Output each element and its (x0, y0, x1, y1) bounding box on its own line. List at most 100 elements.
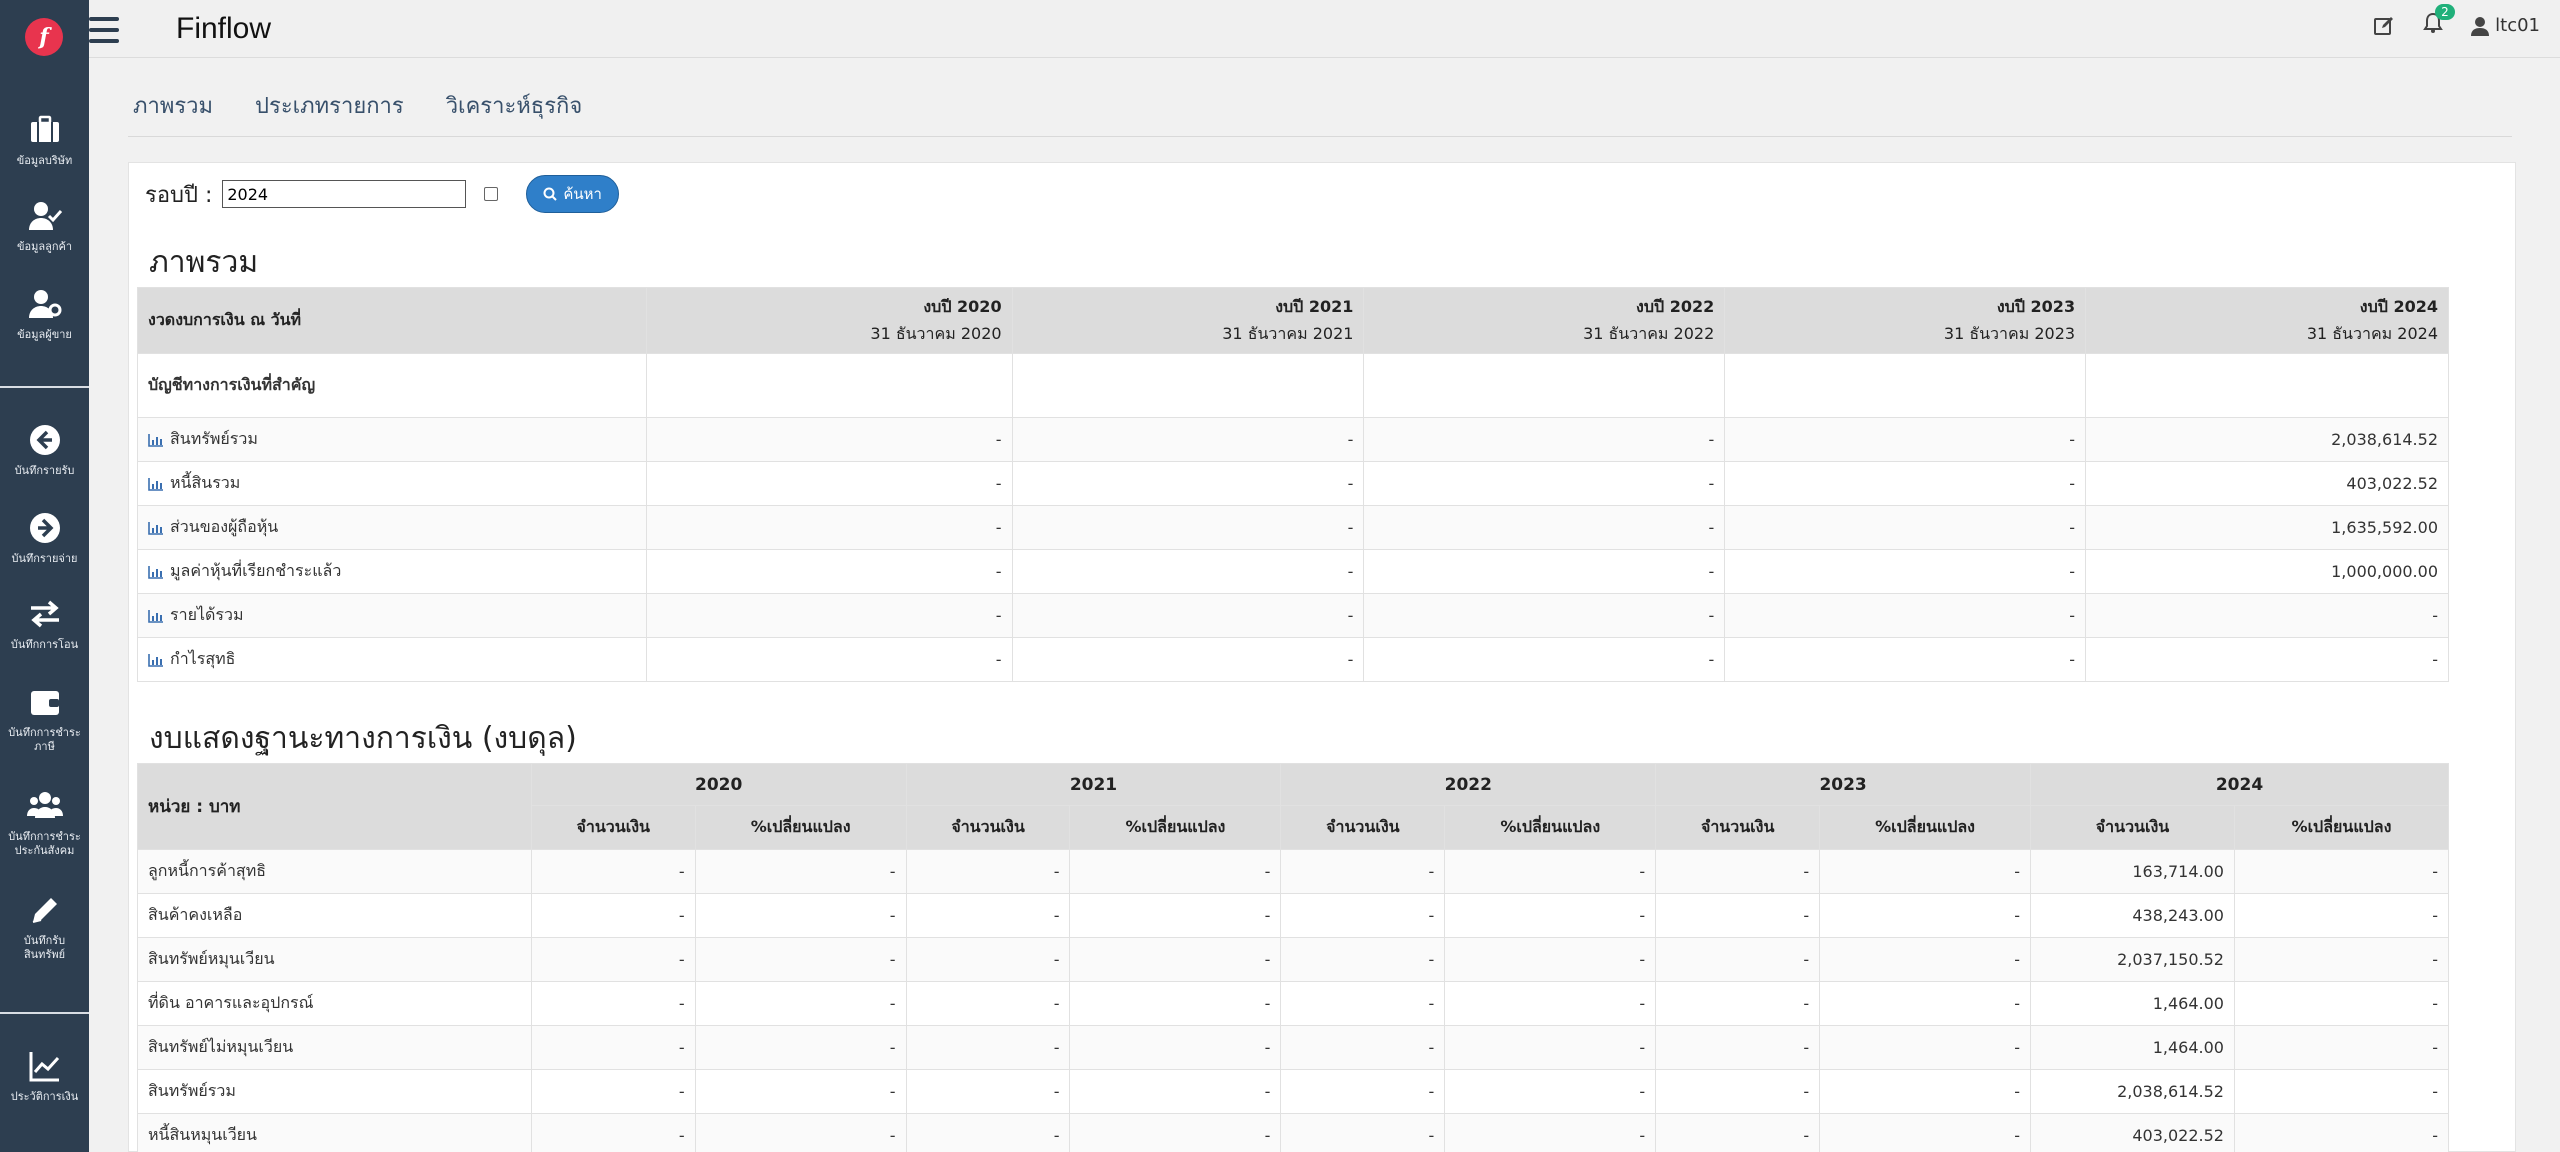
group-label: บัญชีทางการเงินที่สำคัญ (137, 353, 647, 418)
sidebar-item-expense[interactable]: บันทึกรายจ่าย (0, 510, 89, 566)
notification-button[interactable]: 2 (2423, 4, 2455, 39)
bar-chart-icon[interactable] (148, 565, 164, 579)
cell-value: - (645, 549, 1013, 594)
table-row: สินค้าคงเหลือ - - - - - - - -438,243.00- (137, 893, 2450, 938)
user-icon (2471, 16, 2490, 36)
cell-value: - (1363, 549, 1726, 594)
row-label: สินทรัพย์รวม (137, 417, 647, 462)
content-panel: รอบปี : ค้นหา ภาพรวม งวดงบการเงิน ณ วันท… (128, 162, 2516, 1152)
cell-value: - (1280, 937, 1446, 982)
cell-value: - (1069, 893, 1282, 938)
bar-chart-icon[interactable] (148, 653, 164, 667)
finflow-logo-icon[interactable]: f (25, 18, 63, 56)
sidebar-item-label: บันทึกการชำระประกันสังคม (8, 830, 81, 857)
user-menu[interactable]: ltc01 (2471, 15, 2540, 36)
cell-value: 1,000,000.00 (2085, 549, 2449, 594)
cell-value: - (1655, 1025, 1821, 1070)
notification-badge: 2 (2435, 4, 2455, 20)
table-row: สินทรัพย์ไม่หมุนเวียน - - - - - - - -1,464.00- (137, 1025, 2450, 1070)
cell-value: - (1655, 937, 1821, 982)
cell-value: - (694, 937, 907, 982)
cell-value: - (1011, 505, 1365, 550)
cell-value: 1,464.00 (2030, 1025, 2235, 1070)
tab-transaction-types[interactable]: ประเภทรายการ (255, 88, 404, 123)
edit-icon[interactable] (2373, 15, 2395, 37)
bar-chart-icon[interactable] (148, 433, 164, 447)
table-row: ส่วนของผู้ถือหุ้น - - - -1,635,592.00 (137, 505, 2449, 550)
year-header-row: หน่วย : บาท 2020 2021 2022 2023 2024 (137, 763, 2449, 850)
cell-value: 438,243.00 (2030, 893, 2235, 938)
sidebar-item-history[interactable]: ประวัติการเงิน (0, 1048, 89, 1104)
search-button[interactable]: ค้นหา (526, 175, 619, 213)
unit-label: หน่วย : บาท (137, 763, 532, 850)
cell-value: - (2233, 893, 2450, 938)
change-column-header: %เปลี่ยนแปลง (1069, 805, 1282, 850)
sidebar-item-customers[interactable]: ข้อมูลลูกค้า (0, 198, 89, 254)
cell-value: - (530, 1113, 696, 1152)
change-column-header: %เปลี่ยนแปลง (1444, 805, 1657, 850)
year-input[interactable] (222, 180, 467, 208)
cell-value: - (905, 937, 1071, 982)
cell-value: 403,022.52 (2030, 1113, 2235, 1152)
period-2023: งบปี 2023 31 ธันวาคม 2023 (1724, 287, 2087, 354)
amount-column-header: จำนวนเงิน (905, 805, 1071, 850)
sidebar-item-vendors[interactable]: ข้อมูลผู้ขาย (0, 286, 89, 342)
row-label: รายได้รวม (137, 593, 647, 638)
balance-sheet-title: งบแสดงฐานะทางการเงิน (งบดุล) (149, 721, 577, 756)
username: ltc01 (2495, 15, 2540, 36)
sidebar-item-label: บันทึกการชำระภาษี (8, 726, 81, 753)
cell-value: - (1363, 417, 1726, 462)
cell-value: - (1655, 981, 1821, 1026)
tab-business-analysis[interactable]: วิเคราะห์ธุรกิจ (446, 88, 583, 123)
cell-value: - (905, 849, 1071, 894)
cell-value: - (1363, 461, 1726, 506)
cell-value: - (530, 937, 696, 982)
cell-value: - (1819, 981, 2032, 1026)
menu-icon[interactable] (89, 17, 119, 43)
filter-checkbox[interactable] (484, 187, 499, 201)
sidebar-item-tax[interactable]: บันทึกการชำระภาษี (0, 684, 89, 754)
cell-value: - (1069, 937, 1282, 982)
sidebar-item-label: ข้อมูลลูกค้า (16, 240, 73, 253)
bar-chart-icon[interactable] (148, 477, 164, 491)
sidebar-item-income[interactable]: บันทึกรายรับ (0, 422, 89, 478)
cell-value: - (1444, 1113, 1657, 1152)
sidebar-item-transfer[interactable]: บันทึกการโอน (0, 596, 89, 652)
tab-divider (128, 136, 2512, 137)
amount-column-header: จำนวนเงิน (530, 805, 696, 850)
cell-value: - (1069, 1069, 1282, 1114)
sidebar-item-company[interactable]: ข้อมูลบริษัท (0, 112, 89, 168)
cell-value: - (1280, 849, 1446, 894)
cell-value: - (1655, 893, 1821, 938)
cell-value: - (1819, 1069, 2032, 1114)
overview-header-row: งวดงบการเงิน ณ วันที่ งบปี 2020 31 ธันวาค… (137, 287, 2449, 354)
tab-overview[interactable]: ภาพรวม (133, 88, 213, 123)
cell-value: - (1444, 981, 1657, 1026)
table-row: มูลค่าหุ้นที่เรียกชำระแล้ว - - - -1,000,000.… (137, 549, 2449, 594)
cell-value: - (645, 461, 1013, 506)
user-check-icon (28, 202, 62, 230)
row-label: สินทรัพย์หมุนเวียน (137, 937, 532, 982)
bar-chart-icon[interactable] (148, 609, 164, 623)
bar-chart-icon[interactable] (148, 521, 164, 535)
sidebar-item-assets[interactable]: บันทึกรับสินทรัพย์ (0, 892, 89, 962)
amount-column-header: จำนวนเงิน (2030, 805, 2235, 850)
year-label: รอบปี : (145, 182, 213, 208)
cell-value: - (905, 1069, 1071, 1114)
cell-value: - (694, 981, 907, 1026)
change-column-header: %เปลี่ยนแปลง (694, 805, 907, 850)
cell-value: - (694, 1113, 907, 1152)
table-row: รายได้รวม - - - - - (137, 593, 2449, 638)
sidebar-item-label: บันทึกการโอน (10, 638, 79, 651)
cell-value: - (1819, 1113, 2032, 1152)
cell-value: - (2085, 637, 2449, 682)
table-row: สินทรัพย์รวม - - - -2,038,614.52 (137, 417, 2449, 462)
year-2024: 2024 (2030, 763, 2449, 806)
period-2021: งบปี 2021 31 ธันวาคม 2021 (1011, 287, 1365, 354)
cell-value: - (645, 637, 1013, 682)
row-label: สินทรัพย์รวม (137, 1069, 532, 1114)
cell-value: - (1655, 849, 1821, 894)
cell-value: - (530, 893, 696, 938)
balance-sheet-table: หน่วย : บาท 2020 2021 2022 2023 2024 จำน… (137, 763, 2450, 1152)
sidebar-item-social-security[interactable]: บันทึกการชำระประกันสังคม (0, 788, 89, 858)
